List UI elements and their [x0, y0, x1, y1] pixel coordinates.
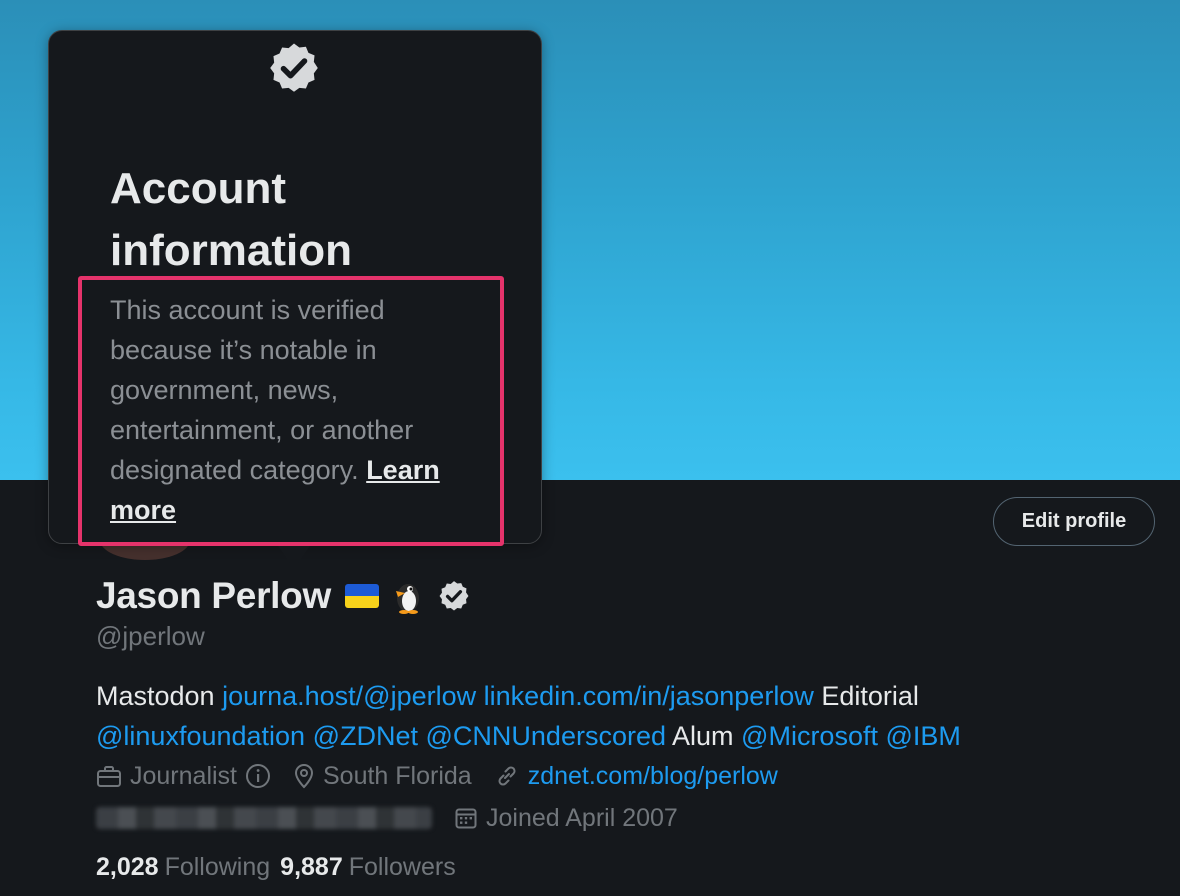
- followers-count[interactable]: 9,887: [280, 853, 343, 882]
- bio-text: Mastodon: [96, 681, 215, 711]
- tooltip-title: Account information: [110, 164, 352, 275]
- joined-item: Joined April 2007: [454, 804, 678, 833]
- location-item: South Florida: [293, 762, 472, 791]
- bio-text: Alum: [672, 721, 734, 751]
- bio-mention-microsoft[interactable]: @Microsoft: [741, 721, 878, 751]
- profile-name-row: Jason Perlow: [96, 574, 471, 618]
- profile-meta: Journalist South Florida zdnet.com/blog/…: [96, 760, 800, 792]
- bio-link-linkedin[interactable]: linkedin.com/in/jasonperlow: [484, 681, 814, 711]
- ukraine-flag-icon: [344, 584, 379, 608]
- profile-meta-secondary: Joined April 2007: [96, 802, 700, 834]
- profile-handle: @jperlow: [96, 621, 205, 651]
- following-label[interactable]: Following: [165, 853, 271, 882]
- briefcase-icon: [96, 764, 122, 788]
- bio-mention-ibm[interactable]: @IBM: [886, 721, 961, 751]
- verified-badge-icon: [266, 40, 322, 96]
- bio-mention-cnnunderscored[interactable]: @CNNUnderscored: [426, 721, 666, 751]
- bio-text: Editorial: [821, 681, 919, 711]
- occupation-item: Journalist: [96, 762, 271, 791]
- following-count[interactable]: 2,028: [96, 853, 159, 882]
- profile-bio: Mastodon journa.host/@jperlow linkedin.c…: [96, 676, 1096, 756]
- highlight-annotation-box: [78, 276, 504, 546]
- link-icon: [494, 763, 520, 789]
- follow-stats: 2,028 Following 9,887 Followers: [96, 850, 466, 884]
- bio-link-mastodon[interactable]: journa.host/@jperlow: [222, 681, 476, 711]
- website-link[interactable]: zdnet.com/blog/perlow: [528, 762, 778, 791]
- verified-badge-icon[interactable]: [437, 579, 471, 613]
- occupation-text: Journalist: [130, 761, 237, 790]
- location-text: South Florida: [323, 761, 472, 790]
- followers-label[interactable]: Followers: [349, 853, 456, 882]
- website-item[interactable]: zdnet.com/blog/perlow: [494, 762, 778, 791]
- location-pin-icon: [293, 763, 315, 789]
- info-icon[interactable]: [245, 763, 271, 789]
- calendar-icon: [454, 806, 478, 830]
- joined-text: Joined April 2007: [486, 803, 678, 832]
- bio-mention-zdnet[interactable]: @ZDNet: [313, 721, 418, 751]
- redacted-text: [96, 807, 432, 829]
- bio-mention-linuxfoundation[interactable]: @linuxfoundation: [96, 721, 305, 751]
- profile-name: Jason Perlow: [96, 575, 331, 616]
- tooltip-arrow: [276, 543, 312, 569]
- edit-profile-button[interactable]: Edit profile: [993, 497, 1155, 546]
- penguin-icon: [391, 578, 425, 614]
